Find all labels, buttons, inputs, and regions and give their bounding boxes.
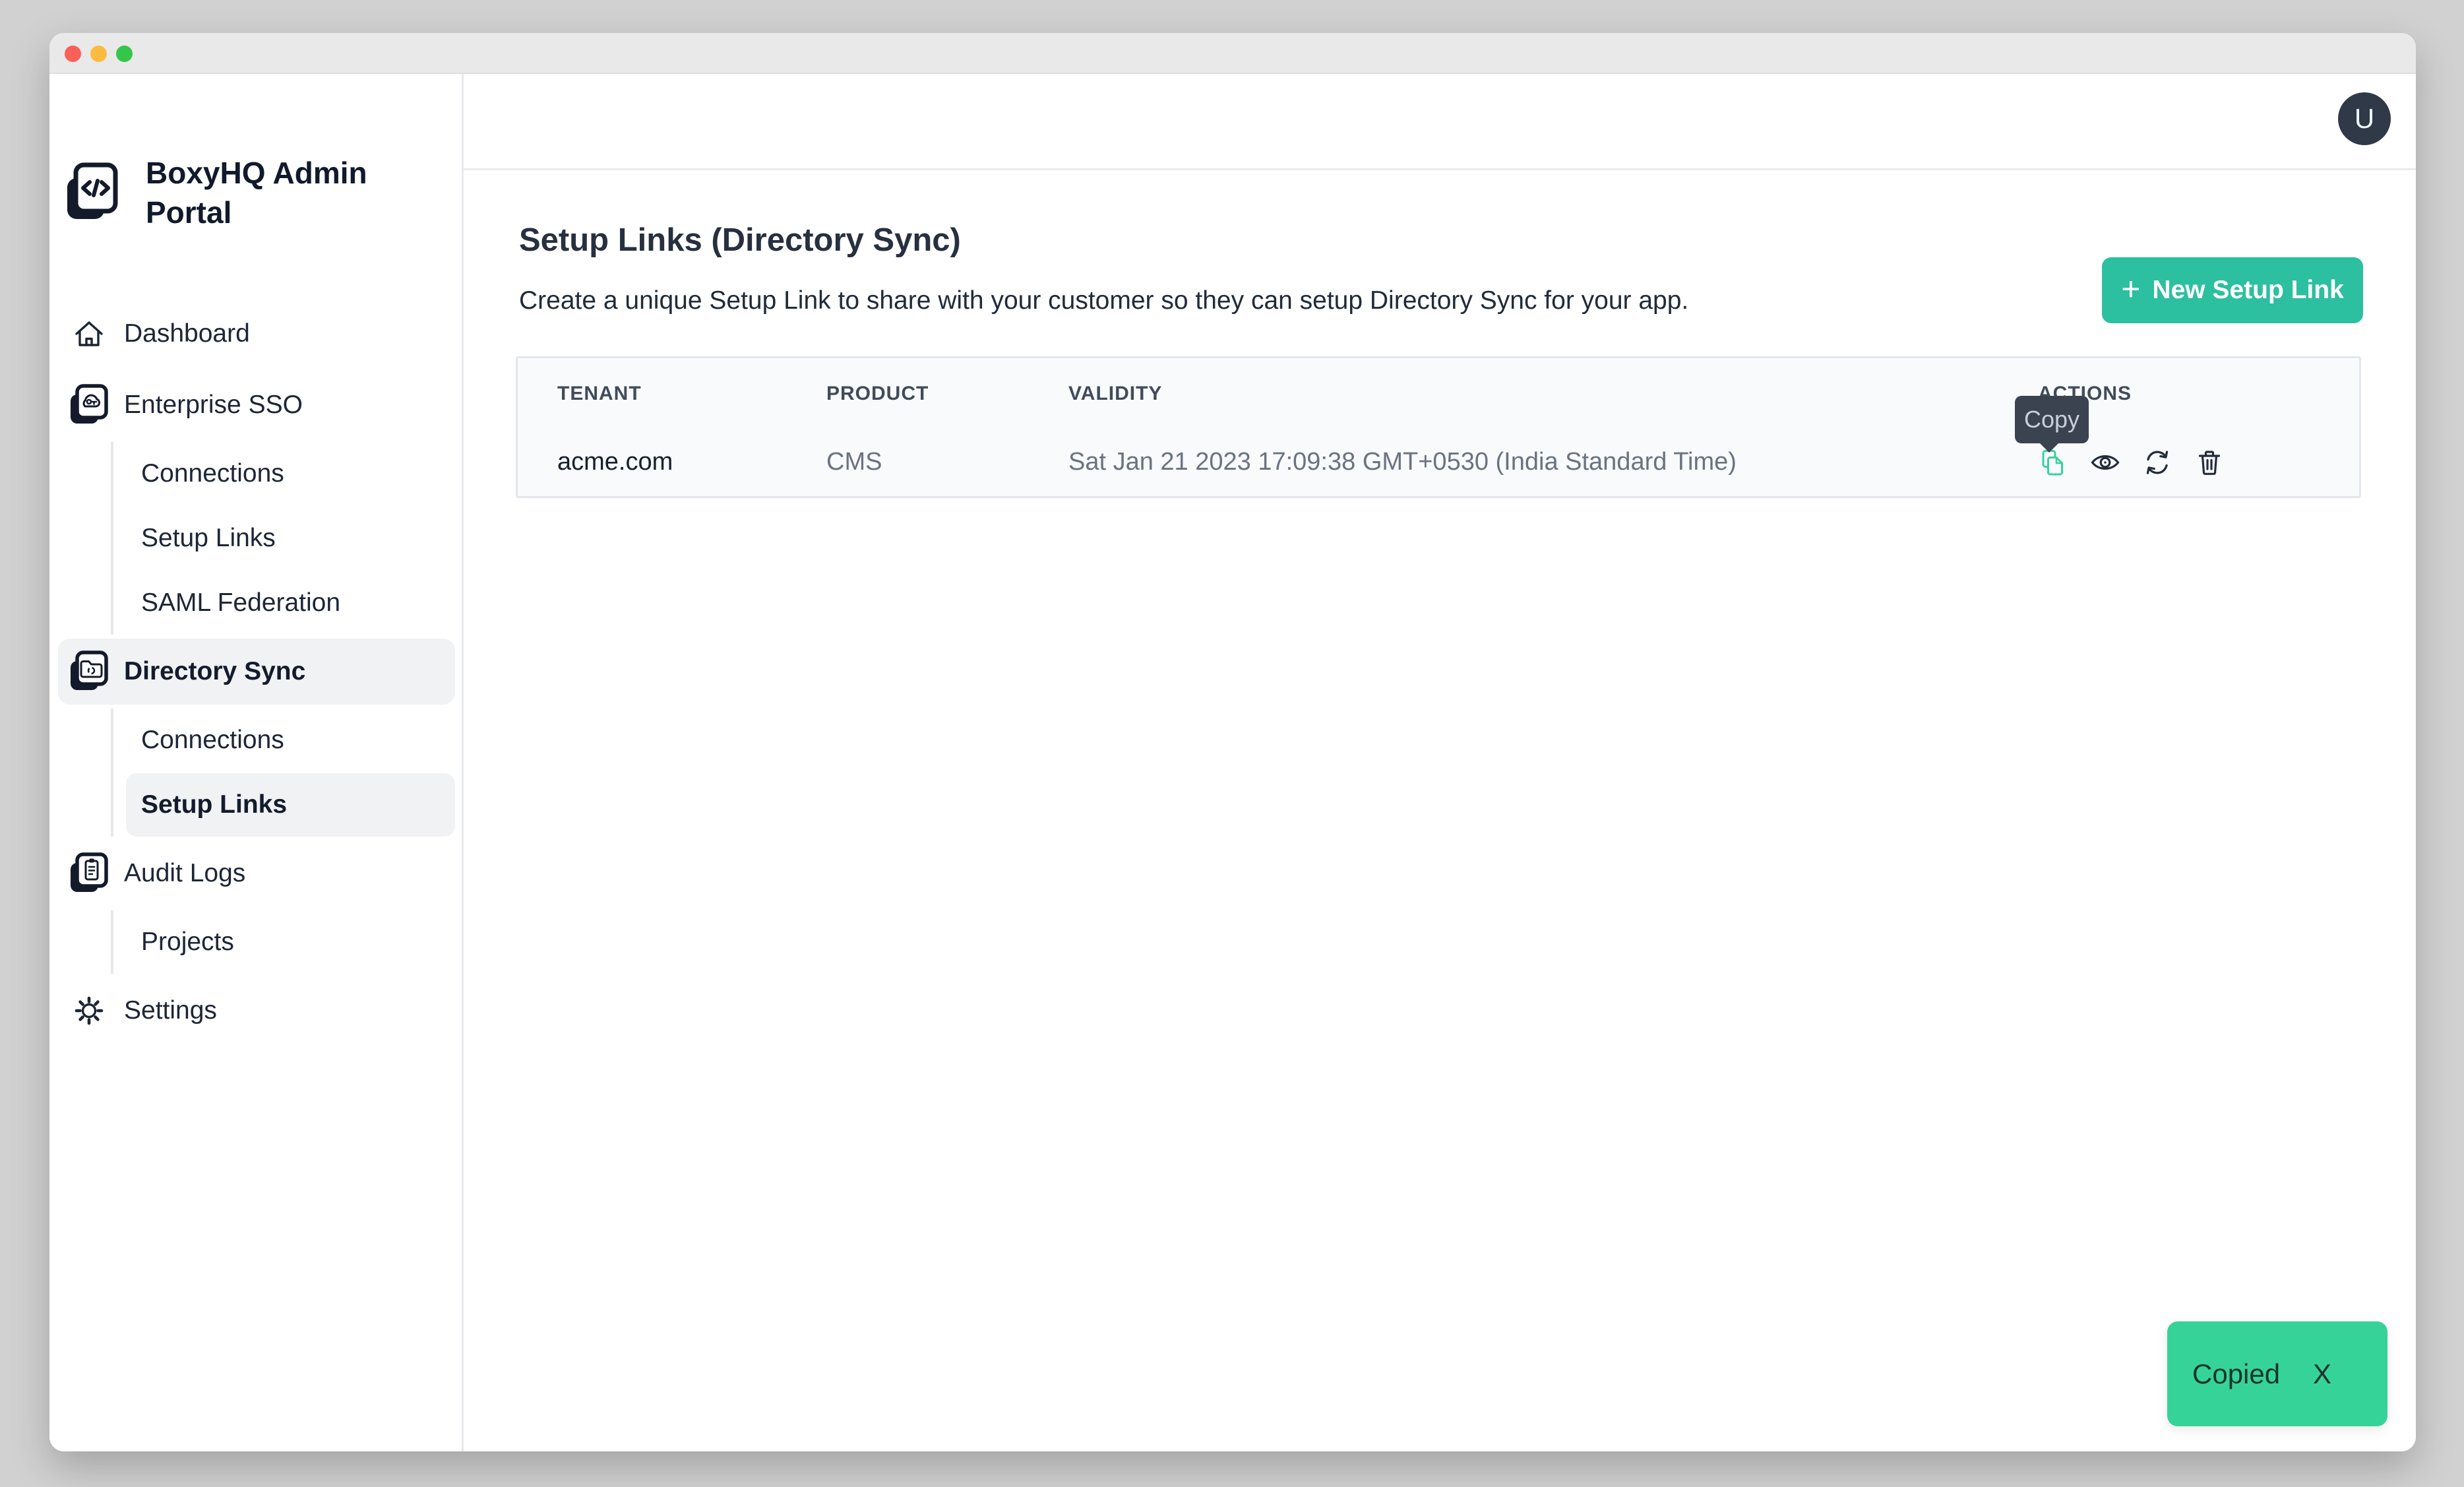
product-cell: CMS bbox=[826, 448, 1068, 476]
sidebar-nav: Dashboard Enterprise SSO bbox=[58, 301, 455, 1044]
close-window-button[interactable] bbox=[65, 46, 81, 62]
sidebar-item-enterprise-sso[interactable]: Enterprise SSO bbox=[58, 372, 455, 438]
tenant-cell: acme.com bbox=[518, 448, 826, 476]
sidebar-item-label: SAML Federation bbox=[141, 588, 340, 617]
keycap-folder-sync-icon bbox=[69, 650, 109, 693]
avatar-initial: U bbox=[2355, 103, 2374, 135]
toast-message: Copied bbox=[2192, 1358, 2280, 1390]
user-avatar[interactable]: U bbox=[2338, 92, 2391, 145]
actions-cell bbox=[2038, 447, 2359, 478]
delete-link-button[interactable] bbox=[2194, 447, 2225, 478]
keycap-cloud-key-icon bbox=[69, 384, 109, 426]
copy-tooltip: Copy bbox=[2015, 396, 2089, 443]
sidebar-item-directory-sync[interactable]: Directory Sync bbox=[58, 639, 455, 705]
column-header-validity: Validity bbox=[1068, 383, 2038, 405]
zoom-window-button[interactable] bbox=[116, 46, 133, 62]
trash-icon bbox=[2194, 447, 2225, 478]
sidebar-item-label: Directory Sync bbox=[124, 657, 305, 686]
validity-cell: Sat Jan 21 2023 17:09:38 GMT+0530 (India… bbox=[1068, 448, 2038, 476]
desktop: BoxyHQ Admin Portal Dashboard bbox=[0, 0, 2464, 1487]
view-link-button[interactable] bbox=[2090, 447, 2120, 478]
sidebar-item-dsync-connections[interactable]: Connections bbox=[126, 709, 455, 772]
toast-close-button[interactable]: X bbox=[2313, 1358, 2331, 1390]
sidebar-item-label: Projects bbox=[141, 928, 234, 957]
minimize-window-button[interactable] bbox=[90, 46, 107, 62]
close-icon: X bbox=[2313, 1358, 2331, 1389]
sidebar: BoxyHQ Admin Portal Dashboard bbox=[49, 74, 464, 1451]
sidebar-item-label: Connections bbox=[141, 726, 284, 755]
sidebar-item-label: Connections bbox=[141, 459, 284, 488]
top-header-bar: U bbox=[464, 74, 2416, 170]
regenerate-link-button[interactable] bbox=[2142, 447, 2172, 478]
sidebar-item-label: Setup Links bbox=[141, 790, 287, 819]
sidebar-item-dashboard[interactable]: Dashboard bbox=[58, 301, 455, 367]
page-title: Setup Links (Directory Sync) bbox=[519, 222, 961, 259]
sidebar-item-projects[interactable]: Projects bbox=[126, 910, 455, 974]
sidebar-item-saml-federation[interactable]: SAML Federation bbox=[126, 571, 455, 635]
sidebar-item-sso-setup-links[interactable]: Setup Links bbox=[126, 507, 455, 570]
page-description: Create a unique Setup Link to share with… bbox=[519, 286, 1688, 315]
tooltip-text: Copy bbox=[2024, 406, 2079, 433]
keycap-clipboard-icon bbox=[69, 852, 109, 895]
enterprise-sso-sublist: Connections Setup Links SAML Federation bbox=[111, 442, 455, 635]
sidebar-item-audit-logs[interactable]: Audit Logs bbox=[58, 840, 455, 906]
app-window: BoxyHQ Admin Portal Dashboard bbox=[49, 33, 2416, 1451]
eye-icon bbox=[2090, 447, 2120, 478]
audit-logs-sublist: Projects bbox=[111, 910, 455, 974]
window-titlebar bbox=[49, 33, 2416, 74]
directory-sync-sublist: Connections Setup Links bbox=[111, 709, 455, 837]
column-header-product: Product bbox=[826, 383, 1068, 405]
column-header-tenant: Tenant bbox=[518, 383, 826, 405]
plus-icon: + bbox=[2121, 272, 2140, 305]
gear-icon bbox=[69, 990, 109, 1032]
sidebar-item-label: Dashboard bbox=[124, 319, 250, 348]
sidebar-item-sso-connections[interactable]: Connections bbox=[126, 442, 455, 505]
sidebar-item-label: Audit Logs bbox=[124, 859, 245, 888]
main-content: U Setup Links (Directory Sync) Create a … bbox=[464, 74, 2416, 1451]
sidebar-item-label: Setup Links bbox=[141, 524, 276, 553]
boxyhq-logo-icon bbox=[65, 161, 118, 224]
app-brand: BoxyHQ Admin Portal bbox=[65, 153, 383, 232]
new-setup-link-button[interactable]: + New Setup Link bbox=[2102, 257, 2363, 323]
copied-toast: Copied X bbox=[2167, 1321, 2387, 1426]
sidebar-item-label: Settings bbox=[124, 996, 217, 1025]
home-icon bbox=[69, 313, 109, 355]
refresh-icon bbox=[2142, 447, 2172, 478]
sidebar-item-label: Enterprise SSO bbox=[124, 391, 303, 420]
sidebar-item-settings[interactable]: Settings bbox=[58, 978, 455, 1044]
app-title: BoxyHQ Admin Portal bbox=[146, 153, 383, 232]
new-setup-link-label: New Setup Link bbox=[2152, 276, 2343, 305]
sidebar-item-dsync-setup-links[interactable]: Setup Links bbox=[126, 773, 455, 837]
